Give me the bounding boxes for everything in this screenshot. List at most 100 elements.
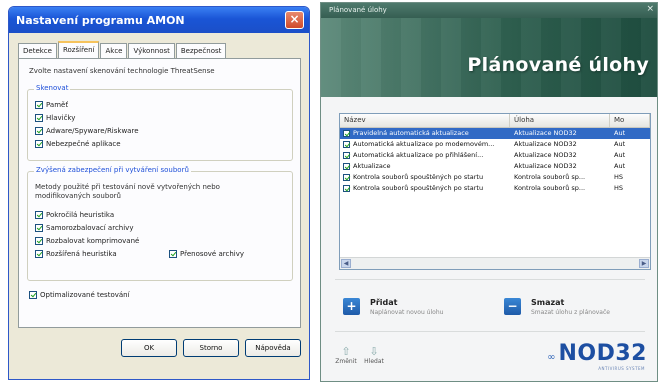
tab-akce[interactable]: Akce <box>100 43 128 58</box>
scan-group-title: Skenovat <box>34 84 71 92</box>
task-type: Aktualizace NOD32 <box>514 140 577 148</box>
checkbox-checked-icon[interactable] <box>343 141 350 148</box>
memory-checkbox-label: Paměť <box>46 101 69 109</box>
task-mode: HS <box>614 184 624 192</box>
checkbox-checked-icon[interactable] <box>343 130 350 137</box>
checkbox-checked-icon <box>35 224 43 232</box>
nod32-tagline: ANTIVIRUS SYSTEM <box>598 366 645 371</box>
minus-icon: − <box>504 298 521 315</box>
unsafe-apps-checkbox[interactable]: Nebezpečné aplikace <box>35 140 121 148</box>
checkbox-checked-icon[interactable] <box>343 163 350 170</box>
checkbox-checked-icon <box>35 237 43 245</box>
column-header-task[interactable]: Úloha <box>510 114 610 127</box>
banner-title: Plánované úlohy <box>467 54 649 76</box>
ok-button[interactable]: OK <box>121 339 177 357</box>
advanced-heuristics-label: Pokročilá heuristika <box>46 211 115 219</box>
search-label: Hledat <box>364 358 384 365</box>
column-header-name[interactable]: Název <box>340 114 510 127</box>
delete-task-sub: Smazat úlohu z plánovače <box>531 309 610 316</box>
close-button[interactable]: × <box>646 4 654 14</box>
headers-checkbox-label: Hlavičky <box>46 114 76 122</box>
table-row[interactable]: Kontrola souborů spouštěných po startu K… <box>340 183 650 194</box>
change-button[interactable]: ⇧ Změnit <box>335 345 357 365</box>
separator <box>335 331 645 332</box>
task-type: Aktualizace NOD32 <box>514 162 577 170</box>
nod32-eye-icon: ∞ <box>547 352 555 363</box>
scheduler-banner: Plánované úlohy <box>321 18 657 97</box>
scroll-left-icon[interactable]: ◀ <box>341 259 351 268</box>
settings-window: Nastavení programu AMON × Detekce Rozšíř… <box>8 6 310 380</box>
table-row[interactable]: Automatická aktualizace po přihlášení...… <box>340 150 650 161</box>
tab-rozsireni[interactable]: Rozšíření <box>57 41 100 58</box>
sfx-archives-label: Samorozbalovací archivy <box>46 224 134 232</box>
adware-checkbox-label: Adware/Spyware/Riskware <box>46 127 139 135</box>
task-name: Kontrola souborů spouštěných po startu <box>353 173 484 181</box>
checkbox-checked-icon <box>35 114 43 122</box>
checkbox-checked-icon <box>29 291 37 299</box>
tab-vykonnost[interactable]: Výkonnost <box>128 43 175 58</box>
unsafe-apps-checkbox-label: Nebezpečné aplikace <box>46 140 121 148</box>
task-name: Pravidelná automatická aktualizace <box>353 129 469 137</box>
scroll-right-icon[interactable]: ▶ <box>639 259 649 268</box>
delete-task-label: Smazat <box>531 298 565 307</box>
transfer-archives-label: Přenosové archivy <box>180 250 244 258</box>
task-mode: Aut <box>614 162 626 170</box>
table-row[interactable]: Kontrola souborů spouštěných po startu K… <box>340 172 650 183</box>
advanced-heuristics-checkbox[interactable]: Pokročilá heuristika <box>35 211 114 219</box>
optimized-scan-checkbox[interactable]: Optimalizované testování <box>29 291 130 299</box>
add-task-button[interactable]: + Přidat Naplánovat novou úlohu <box>343 298 443 316</box>
settings-window-title: Nastavení programu AMON <box>16 13 185 27</box>
checkbox-checked-icon[interactable] <box>343 152 350 159</box>
checkbox-checked-icon[interactable] <box>343 185 350 192</box>
extended-heuristics-checkbox[interactable]: Rozšířená heuristika <box>35 250 117 258</box>
advanced-description: Metody použité při testování nově vytvoř… <box>35 183 220 200</box>
tasks-list[interactable]: Název Úloha Mo Pravidelná automatická ak… <box>339 113 651 270</box>
settings-tabs: Detekce Rozšíření Akce Výkonnost Bezpečn… <box>18 41 227 58</box>
runtime-packers-checkbox[interactable]: Rozbalovat komprimované <box>35 237 139 245</box>
scheduler-window: Plánované úlohy × Plánované úlohy Název … <box>320 2 658 382</box>
add-task-label: Přidat <box>370 298 398 307</box>
checkbox-checked-icon[interactable] <box>343 174 350 181</box>
task-name: Kontrola souborů spouštěných po startu <box>353 184 484 192</box>
task-type: Aktualizace NOD32 <box>514 151 577 159</box>
task-type: Kontrola souborů sp... <box>514 184 586 192</box>
task-mode: Aut <box>614 129 626 137</box>
optimized-scan-label: Optimalizované testování <box>40 291 130 299</box>
nod32-logo-text: NOD32 <box>558 341 647 366</box>
checkbox-checked-icon <box>35 250 43 258</box>
checkbox-checked-icon <box>35 101 43 109</box>
cancel-button[interactable]: Storno <box>183 339 239 357</box>
nod32-logo: ∞ NOD32 ANTIVIRUS SYSTEM <box>547 341 647 371</box>
task-type: Kontrola souborů sp... <box>514 173 586 181</box>
tab-bezpecnost[interactable]: Bezpečnost <box>175 43 227 58</box>
delete-task-button[interactable]: − Smazat Smazat úlohu z plánovače <box>504 298 610 316</box>
task-name: Aktualizace <box>353 162 391 170</box>
runtime-packers-label: Rozbalovat komprimované <box>46 237 140 245</box>
task-name: Automatická aktualizace po přihlášení... <box>353 151 484 159</box>
separator <box>335 279 645 280</box>
table-row[interactable]: Automatická aktualizace po modemovém... … <box>340 139 650 150</box>
table-row[interactable]: Aktualizace Aktualizace NOD32 Aut <box>340 161 650 172</box>
scheduler-window-title: Plánované úlohy <box>329 6 387 14</box>
memory-checkbox[interactable]: Paměť <box>35 101 68 109</box>
help-button[interactable]: Nápověda <box>245 339 301 357</box>
tab-detekce[interactable]: Detekce <box>18 43 57 58</box>
headers-checkbox[interactable]: Hlavičky <box>35 114 75 122</box>
task-mode: HS <box>614 173 624 181</box>
sfx-archives-checkbox[interactable]: Samorozbalovací archivy <box>35 224 133 232</box>
horizontal-scrollbar[interactable]: ◀ ▶ <box>340 257 650 269</box>
advanced-group-title: Zvýšená zabezpečení při vytváření soubor… <box>34 166 191 174</box>
arrow-down-icon: ⇩ <box>369 345 379 358</box>
tab-panel: Zvolte nastavení skenování technologie T… <box>18 58 301 328</box>
extended-heuristics-label: Rozšířená heuristika <box>46 250 117 258</box>
column-header-mode[interactable]: Mo <box>610 114 650 127</box>
scheduler-titlebar: Plánované úlohy <box>321 3 657 18</box>
intro-text: Zvolte nastavení skenování technologie T… <box>29 67 215 75</box>
adware-checkbox[interactable]: Adware/Spyware/Riskware <box>35 127 139 135</box>
task-mode: Aut <box>614 151 626 159</box>
table-row[interactable]: Pravidelná automatická aktualizace Aktua… <box>340 128 650 139</box>
search-button[interactable]: ⇩ Hledat <box>363 345 385 365</box>
transfer-archives-checkbox[interactable]: Přenosové archivy <box>169 250 244 258</box>
close-button[interactable]: × <box>285 11 304 29</box>
tasks-list-header: Název Úloha Mo <box>340 114 650 128</box>
